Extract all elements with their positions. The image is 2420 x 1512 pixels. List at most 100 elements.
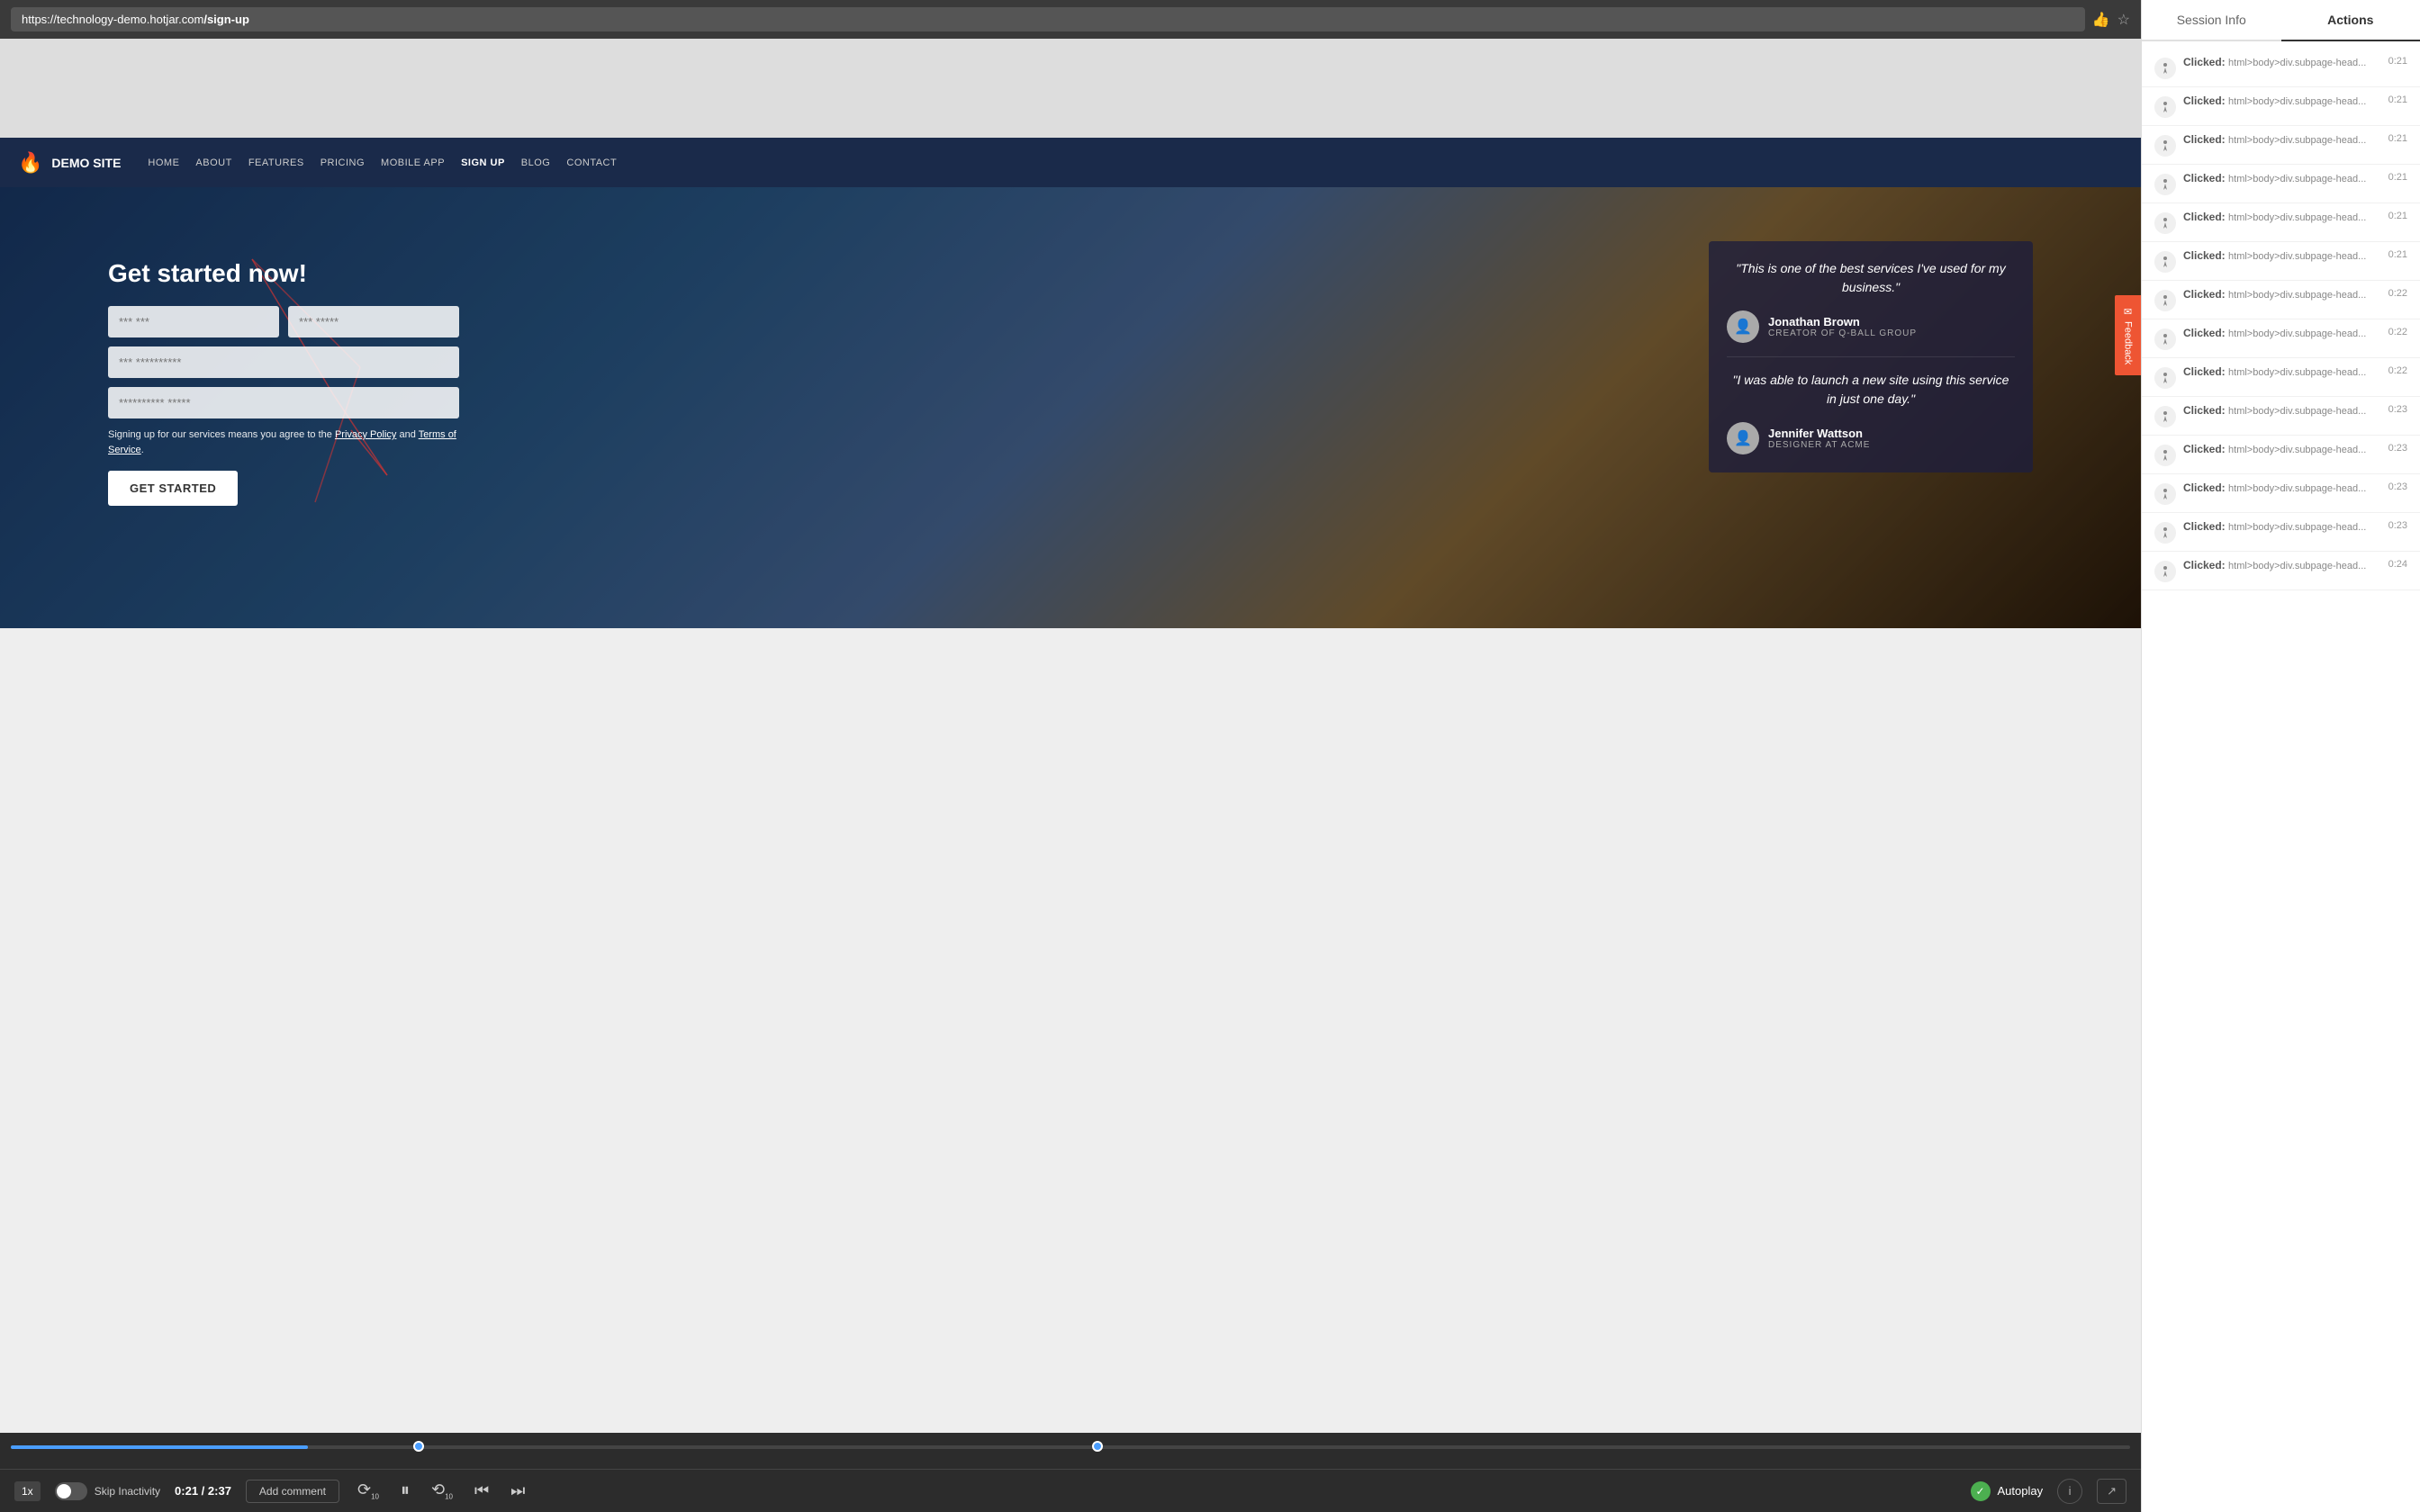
action-icon [2154,328,2176,350]
action-item[interactable]: Clicked: html>body>div.subpage-head... 0… [2142,49,2420,87]
action-content: Clicked: html>body>div.subpage-head... [2183,327,2381,339]
exit-button[interactable]: ↗ [2097,1479,2127,1504]
action-icon [2154,483,2176,505]
action-item[interactable]: Clicked: html>body>div.subpage-head... 0… [2142,397,2420,436]
nav-blog[interactable]: BLOG [521,158,551,168]
testimonial-person-2: 👤 Jennifer Wattson DESIGNER AT ACME [1727,422,2015,454]
action-time: 0:22 [2388,288,2407,299]
add-comment-button[interactable]: Add comment [246,1480,339,1503]
timeline-marker-2[interactable] [1092,1441,1103,1452]
feedback-icon: ✉ [2122,306,2134,318]
skip-inactivity-toggle[interactable] [55,1482,87,1500]
action-time: 0:23 [2388,520,2407,531]
action-item[interactable]: Clicked: html>body>div.subpage-head... 0… [2142,165,2420,203]
action-path: html>body>div.subpage-head... [2228,135,2366,146]
action-content: Clicked: html>body>div.subpage-head... [2183,172,2381,184]
site-nav: 🔥 DEMO SITE HOME ABOUT FEATURES PRICING … [0,138,2141,187]
nav-features[interactable]: FEATURES [248,158,304,168]
site-bottom-area [0,628,2141,718]
action-time: 0:23 [2388,482,2407,492]
action-item[interactable]: Clicked: html>body>div.subpage-head... 0… [2142,436,2420,474]
action-time: 0:23 [2388,404,2407,415]
action-time: 0:21 [2388,56,2407,67]
action-item[interactable]: Clicked: html>body>div.subpage-head... 0… [2142,358,2420,397]
action-path: html>body>div.subpage-head... [2228,483,2366,494]
speed-button[interactable]: 1x [14,1481,41,1501]
timeline-progress [11,1445,308,1449]
nav-contact[interactable]: CONTACT [566,158,617,168]
info-button[interactable]: i [2057,1479,2082,1504]
tab-session-info[interactable]: Session Info [2142,0,2281,41]
flame-icon: 🔥 [18,151,42,175]
nav-home[interactable]: HOME [148,158,179,168]
action-content: Clicked: html>body>div.subpage-head... [2183,249,2381,262]
action-icon [2154,445,2176,466]
testimonial-card-1: "This is one of the best services I've u… [1709,241,2033,472]
tab-actions[interactable]: Actions [2281,0,2420,41]
testimonial-person-1: 👤 Jonathan Brown CREATOR OF Q-BALL GROUP [1727,310,2015,343]
timeline-area[interactable] [0,1433,2141,1469]
forward-10-button[interactable]: ⟲10 [428,1477,456,1505]
email-input[interactable] [108,346,459,378]
previous-session-button[interactable]: ⏮ [471,1478,492,1504]
pause-button[interactable]: ⏸ [397,1477,413,1505]
action-path: html>body>div.subpage-head... [2228,406,2366,417]
action-item[interactable]: Clicked: html>body>div.subpage-head... 0… [2142,474,2420,513]
feedback-button[interactable]: ✉ Feedback [2115,295,2141,375]
actions-list: Clicked: html>body>div.subpage-head... 0… [2142,41,2420,1512]
form-row-3 [108,387,459,418]
action-time: 0:24 [2388,559,2407,570]
action-content: Clicked: html>body>div.subpage-head... [2183,404,2381,417]
person-name-1: Jonathan Brown [1768,315,1917,328]
action-item[interactable]: Clicked: html>body>div.subpage-head... 0… [2142,552,2420,590]
action-content: Clicked: html>body>div.subpage-head... [2183,482,2381,494]
rewind-10-button[interactable]: ⟳10 [354,1477,383,1505]
last-name-input[interactable] [288,306,459,338]
timeline-bar[interactable] [11,1445,2130,1449]
action-item[interactable]: Clicked: html>body>div.subpage-head... 0… [2142,87,2420,126]
action-time: 0:23 [2388,443,2407,454]
action-text: Clicked: html>body>div.subpage-head... [2183,133,2381,146]
action-path: html>body>div.subpage-head... [2228,290,2366,301]
action-item[interactable]: Clicked: html>body>div.subpage-head... 0… [2142,281,2420,320]
bookmark-icon[interactable]: ☆ [2118,11,2130,29]
action-content: Clicked: html>body>div.subpage-head... [2183,94,2381,107]
timeline-marker-1[interactable] [413,1441,424,1452]
next-session-button[interactable]: ⏭ [507,1478,528,1504]
action-time: 0:21 [2388,249,2407,260]
nav-sign-up[interactable]: SIGN UP [461,158,505,168]
action-text: Clicked: html>body>div.subpage-head... [2183,520,2381,533]
action-text: Clicked: html>body>div.subpage-head... [2183,327,2381,339]
person-name-2: Jennifer Wattson [1768,427,1870,440]
first-name-input[interactable] [108,306,279,338]
hero-form-area: Get started now! Signing up for our serv… [108,259,459,506]
terms-text: Signing up for our services means you ag… [108,428,459,457]
action-item[interactable]: Clicked: html>body>div.subpage-head... 0… [2142,242,2420,281]
password-input[interactable] [108,387,459,418]
toggle-knob [57,1484,71,1498]
autoplay-indicator: ✓ [1971,1481,1991,1501]
action-icon [2154,135,2176,157]
testimonials-overlay: "This is one of the best services I've u… [1709,241,2033,472]
get-started-button[interactable]: GET STARTED [108,471,238,506]
app-container: https://technology-demo.hotjar.com/sign-… [0,0,2420,1512]
action-icon [2154,290,2176,311]
thumbs-up-icon[interactable]: 👍 [2092,11,2110,29]
logo-text: DEMO SITE [51,156,121,170]
action-icon [2154,522,2176,544]
action-item[interactable]: Clicked: html>body>div.subpage-head... 0… [2142,513,2420,552]
url-bar[interactable]: https://technology-demo.hotjar.com/sign-… [11,7,2085,32]
nav-pricing[interactable]: PRICING [321,158,365,168]
terms-and: and [399,429,418,440]
nav-mobile-app[interactable]: MOBILE APP [381,158,445,168]
nav-about[interactable]: ABOUT [195,158,231,168]
action-icon [2154,58,2176,79]
form-row-1 [108,306,459,338]
person-info-1: Jonathan Brown CREATOR OF Q-BALL GROUP [1768,315,1917,338]
action-item[interactable]: Clicked: html>body>div.subpage-head... 0… [2142,320,2420,358]
action-icon [2154,174,2176,195]
action-item[interactable]: Clicked: html>body>div.subpage-head... 0… [2142,203,2420,242]
action-content: Clicked: html>body>div.subpage-head... [2183,520,2381,533]
action-item[interactable]: Clicked: html>body>div.subpage-head... 0… [2142,126,2420,165]
privacy-policy-link[interactable]: Privacy Policy [335,429,396,440]
